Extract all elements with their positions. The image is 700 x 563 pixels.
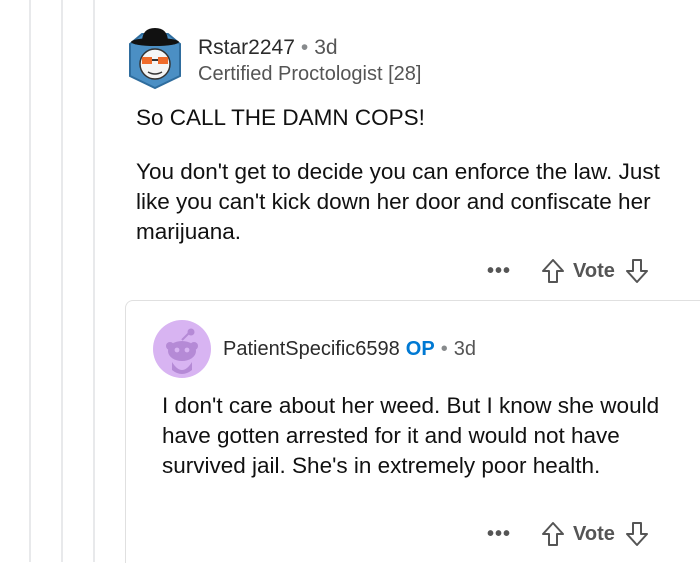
vote-label: Vote [573,522,615,545]
more-options-button[interactable]: ••• [487,260,511,283]
timestamp: 3d [453,338,476,360]
downvote-icon[interactable] [625,258,649,284]
thread-line-3[interactable] [93,0,95,562]
op-badge: OP [405,338,435,360]
reply-header: PatientSpecific6598 OP • 3d [223,338,476,361]
timestamp: 3d [314,36,338,59]
reply-action-bar: ••• Vote [487,519,649,549]
author-name[interactable]: PatientSpecific6598 [223,338,400,360]
author-name[interactable]: Rstar2247 [198,36,295,59]
separator-dot: • [440,338,448,360]
user-flair: Certified Proctologist [28] [198,63,422,85]
upvote-icon[interactable] [541,258,565,284]
vote-label: Vote [573,259,615,282]
avatar[interactable] [153,320,211,378]
comment-header: Rstar2247 • 3d [198,36,338,60]
separator-dot: • [300,36,309,59]
thread-line-2[interactable] [61,0,63,562]
thread-line-1[interactable] [29,0,31,562]
upvote-icon[interactable] [541,521,565,547]
comment-paragraph: So CALL THE DAMN COPS! [136,105,425,130]
comment-action-bar: ••• Vote [487,256,649,286]
reply-text: I don't care about her weed. But I know … [162,393,660,478]
comment-paragraph: You don't get to decide you can enforce … [136,159,660,244]
avatar[interactable] [124,24,186,90]
downvote-icon[interactable] [625,521,649,547]
more-options-button[interactable]: ••• [487,523,511,546]
